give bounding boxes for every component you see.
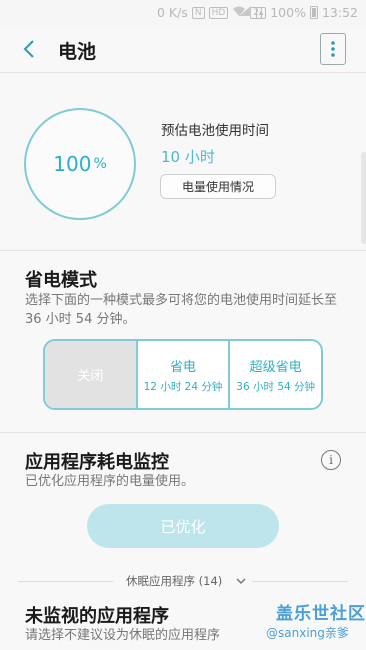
watermark-title: 盖乐世社区	[276, 604, 366, 624]
section-divider	[0, 250, 366, 251]
chevron-down-icon	[236, 578, 246, 585]
watermark-user: @sanxing亲爹	[266, 626, 349, 640]
battery-icon	[309, 6, 318, 19]
battery-percent: 100%	[270, 5, 306, 20]
estimate-label: 预估电池使用时间	[161, 123, 269, 139]
battery-level: 100	[53, 152, 92, 176]
hd-badge: HD	[208, 6, 229, 19]
mode-name: 关闭	[77, 369, 104, 384]
more-vert-icon	[331, 41, 335, 57]
sim2-signal-icon: ▴	[255, 6, 267, 19]
power-saving-description: 选择下面的一种模式最多可将您的电池使用时间延长至 36 小时 54 分钟。	[25, 293, 338, 327]
more-options-button[interactable]	[320, 33, 346, 65]
unmonitored-description: 请选择不建议设为休眠的应用程序	[25, 628, 221, 643]
dormant-apps-expander[interactable]: 休眠应用程序 (14)	[18, 573, 348, 589]
mode-ultra-power-saving[interactable]: 超级省电 36 小时 54 分钟	[230, 341, 321, 408]
section-divider	[0, 432, 366, 433]
chevron-left-icon	[23, 40, 34, 58]
clock: 13:52	[321, 5, 358, 20]
mode-name: 超级省电	[249, 359, 302, 375]
edge-panel-handle[interactable]	[361, 152, 366, 244]
unmonitored-title[interactable]: 未监视的应用程序	[25, 602, 169, 628]
info-icon[interactable]: i	[321, 450, 341, 470]
network-speed: 0 K/s	[156, 5, 188, 20]
app-bar: 电池	[0, 26, 366, 72]
battery-level-unit: %	[93, 156, 107, 172]
app-monitor-description: 已优化应用程序的电量使用。	[25, 474, 195, 489]
estimate-value: 10 小时	[161, 148, 215, 166]
app-monitor-title: 应用程序耗电监控	[25, 452, 169, 473]
back-button[interactable]	[16, 36, 42, 62]
battery-usage-button[interactable]: 电量使用情况	[160, 174, 276, 199]
mode-time: 12 小时 24 分钟	[143, 380, 223, 393]
battery-gauge: 100 %	[24, 108, 136, 220]
mode-name: 省电	[170, 359, 197, 375]
dormant-apps-label: 休眠应用程序 (14)	[120, 574, 229, 588]
signal-icon	[238, 5, 252, 20]
mode-off[interactable]: 关闭	[45, 341, 138, 408]
page-title: 电池	[58, 41, 97, 63]
optimized-button[interactable]: 已优化	[87, 504, 279, 548]
header-divider	[0, 72, 366, 73]
mode-time: 36 小时 54 分钟	[236, 380, 316, 393]
status-bar: 0 K/s N HD 2 ▴ 100% 13:52	[0, 0, 366, 26]
mode-power-saving[interactable]: 省电 12 小时 24 分钟	[138, 341, 231, 408]
power-saving-title: 省电模式	[25, 270, 97, 291]
nfc-icon: N	[191, 6, 205, 19]
power-mode-selector: 关闭 省电 12 小时 24 分钟 超级省电 36 小时 54 分钟	[43, 339, 323, 410]
